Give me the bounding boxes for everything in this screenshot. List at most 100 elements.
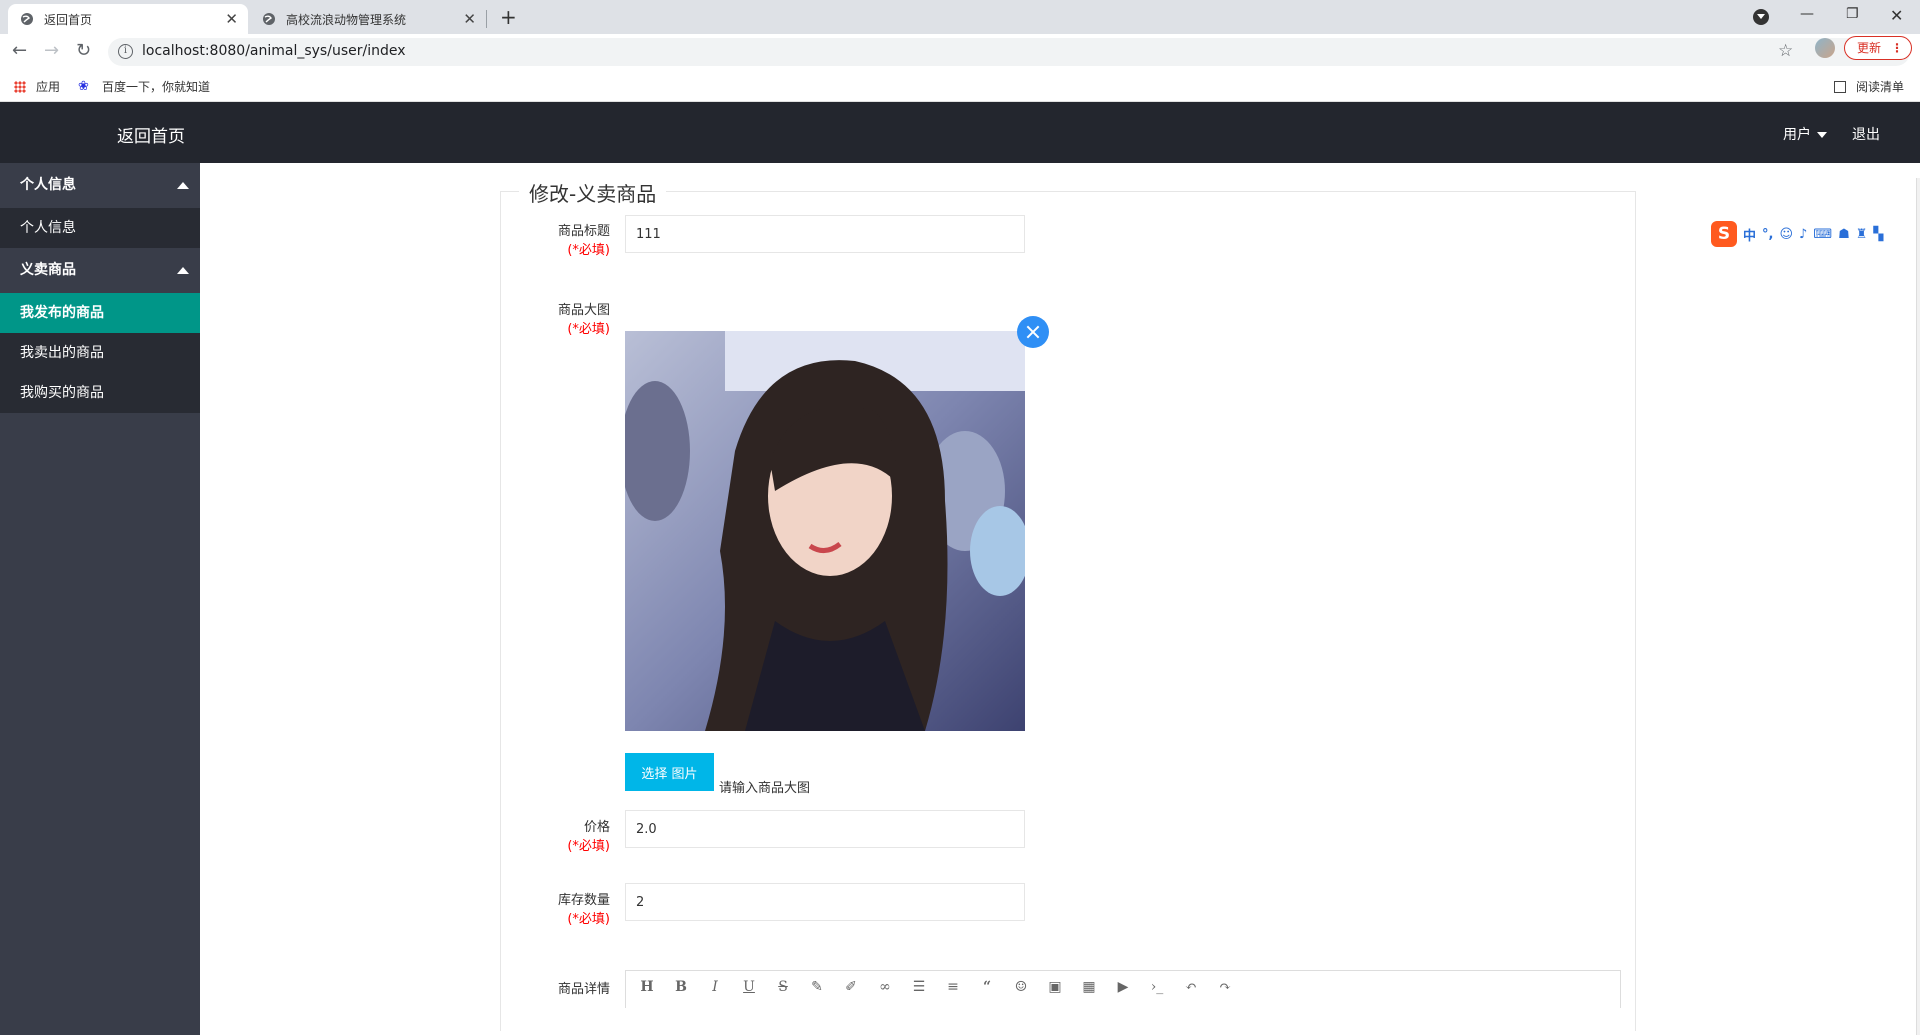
code-icon[interactable]: ›_ [1148, 979, 1166, 995]
reading-list-icon [1834, 80, 1846, 93]
home-link[interactable]: 返回首页 [117, 122, 185, 147]
ime-mode-label[interactable]: 中 [1743, 225, 1756, 244]
close-window-icon[interactable]: ✕ [1890, 6, 1903, 25]
emoji-icon[interactable]: ☺ [1012, 979, 1030, 995]
site-info-icon[interactable]: i [118, 44, 133, 59]
sidebar-item-my-bought[interactable]: 我购买的商品 [0, 373, 200, 413]
sidebar-group-profile[interactable]: 个人信息 [0, 163, 200, 208]
ime-toolbar: S 中 °, ☺ ♪ ⌨ ☗ ♜ ▚ [1711, 220, 1884, 248]
strikethrough-icon[interactable]: S [774, 979, 792, 995]
forward-icon[interactable]: → [44, 42, 59, 60]
shirt-icon[interactable]: ♜ [1856, 227, 1868, 242]
brush-icon[interactable]: ✐ [842, 979, 860, 995]
required-mark: (*必填) [567, 912, 610, 927]
profile-avatar[interactable] [1815, 38, 1835, 58]
table-icon[interactable]: ▦ [1080, 979, 1098, 995]
caret-down-icon [1817, 132, 1827, 138]
emoji-icon[interactable]: ☺ [1779, 227, 1793, 242]
menu-dots-icon: ⋮ [1891, 41, 1903, 55]
logout-link[interactable]: 退出 [1852, 124, 1880, 144]
sidebar-item-profile[interactable]: 个人信息 [0, 208, 200, 248]
required-mark: (*必填) [567, 243, 610, 258]
remove-image-icon[interactable] [1017, 316, 1049, 348]
sidebar: 个人信息 个人信息 义卖商品 我发布的商品 我卖出的商品 我购买的商品 [0, 163, 200, 1035]
title-label: 商品标题 (*必填) [500, 222, 610, 260]
tab-label: 返回首页 [44, 12, 93, 27]
url-text[interactable]: localhost:8080/animal_sys/user/index [142, 43, 406, 59]
heading-icon[interactable]: H [638, 979, 656, 995]
price-label: 价格 (*必填) [500, 818, 610, 856]
minimize-icon[interactable]: — [1800, 6, 1814, 22]
underline-icon[interactable]: U [740, 979, 758, 995]
sidebar-group-label: 义卖商品 [20, 262, 76, 278]
title-input[interactable] [625, 215, 1025, 253]
link-icon[interactable]: ∞ [876, 979, 894, 995]
user-menu-label: 用户 [1783, 127, 1811, 143]
update-label: 更新 [1857, 41, 1882, 55]
field-label: 价格 [583, 820, 610, 835]
collapse-arrow-icon [177, 182, 189, 189]
image-label: 商品大图 (*必填) [500, 301, 610, 339]
user-icon[interactable]: ☗ [1838, 227, 1850, 242]
italic-icon[interactable]: I [706, 979, 724, 995]
collapse-arrow-icon [177, 267, 189, 274]
list-icon[interactable]: ☰ [910, 979, 928, 995]
sidebar-item-my-sold[interactable]: 我卖出的商品 [0, 333, 200, 373]
sidebar-group-label: 个人信息 [20, 177, 76, 193]
bookmark-star-icon[interactable]: ☆ [1778, 41, 1793, 61]
stock-input[interactable] [625, 883, 1025, 921]
omnibox[interactable]: i localhost:8080/animal_sys/user/index ☆ [108, 38, 1910, 66]
grid-menu-icon[interactable]: ▚ [1873, 227, 1883, 242]
bookmark-apps[interactable]: 应用 [14, 78, 60, 95]
bookmark-label: 应用 [36, 80, 61, 94]
bookmark-label: 百度一下，你就知道 [102, 80, 211, 94]
bookmarks-bar: 应用 ❀ 百度一下，你就知道 阅读清单 [0, 70, 1920, 102]
video-icon[interactable]: ▶ [1114, 979, 1132, 995]
close-tab-icon[interactable]: ✕ [463, 11, 476, 27]
reading-list[interactable]: 阅读清单 [1834, 78, 1904, 95]
choose-image-button[interactable]: 选择 图片 [625, 753, 714, 791]
detail-label: 商品详情 [500, 980, 610, 999]
quote-icon[interactable]: “ [978, 979, 996, 995]
image-hint: 请输入商品大图 [719, 781, 811, 796]
baidu-paw-icon: ❀ [78, 78, 89, 94]
redo-icon[interactable]: ↷ [1216, 979, 1234, 995]
browser-tab-home[interactable]: 返回首页 ✕ [8, 4, 248, 34]
update-button[interactable]: 更新 ⋮ [1844, 36, 1912, 60]
globe-icon [21, 13, 33, 25]
close-tab-icon[interactable]: ✕ [225, 11, 238, 27]
bold-icon[interactable]: B [672, 979, 690, 995]
new-tab-button[interactable]: + [500, 6, 517, 28]
image-icon[interactable]: ▣ [1046, 979, 1064, 995]
app-header: 返回首页 用户 退出 [0, 102, 1920, 163]
bookmark-baidu[interactable]: ❀ 百度一下，你就知道 [78, 78, 210, 95]
required-mark: (*必填) [567, 322, 610, 337]
sidebar-group-charity-goods[interactable]: 义卖商品 [0, 248, 200, 293]
align-icon[interactable]: ≡ [944, 979, 962, 995]
sidebar-submenu-profile: 个人信息 [0, 208, 200, 248]
punctuation-icon[interactable]: °, [1762, 227, 1773, 242]
stock-label: 库存数量 (*必填) [500, 891, 610, 929]
pencil-icon[interactable]: ✎ [808, 979, 826, 995]
sogou-logo-icon[interactable]: S [1711, 221, 1737, 247]
apps-grid-icon [14, 80, 26, 93]
field-label: 商品标题 [557, 224, 610, 239]
price-input[interactable] [625, 810, 1025, 848]
reading-list-label: 阅读清单 [1856, 80, 1905, 94]
browser-tab-system[interactable]: 高校流浪动物管理系统 ✕ [250, 4, 486, 34]
reload-icon[interactable]: ↻ [76, 42, 91, 60]
back-icon[interactable]: ← [12, 42, 27, 60]
undo-icon[interactable]: ↶ [1182, 979, 1200, 995]
goods-image-preview [625, 331, 1025, 731]
field-label: 库存数量 [557, 893, 610, 908]
microphone-icon[interactable]: ♪ [1799, 227, 1807, 242]
scrollbar[interactable] [1916, 178, 1920, 1035]
sidebar-item-my-published[interactable]: 我发布的商品 [0, 293, 200, 333]
restore-icon[interactable]: ❐ [1846, 6, 1859, 22]
keyboard-icon[interactable]: ⌨ [1813, 227, 1832, 242]
user-menu[interactable]: 用户 [1783, 124, 1827, 144]
browser-tab-strip: 返回首页 ✕ 高校流浪动物管理系统 ✕ + — ❐ ✕ [0, 0, 1920, 34]
required-mark: (*必填) [567, 839, 610, 854]
tab-search-icon[interactable] [1753, 9, 1769, 25]
rich-text-toolbar: H B I U S ✎ ✐ ∞ ☰ ≡ “ ☺ ▣ ▦ ▶ ›_ ↶ ↷ [625, 970, 1621, 1008]
